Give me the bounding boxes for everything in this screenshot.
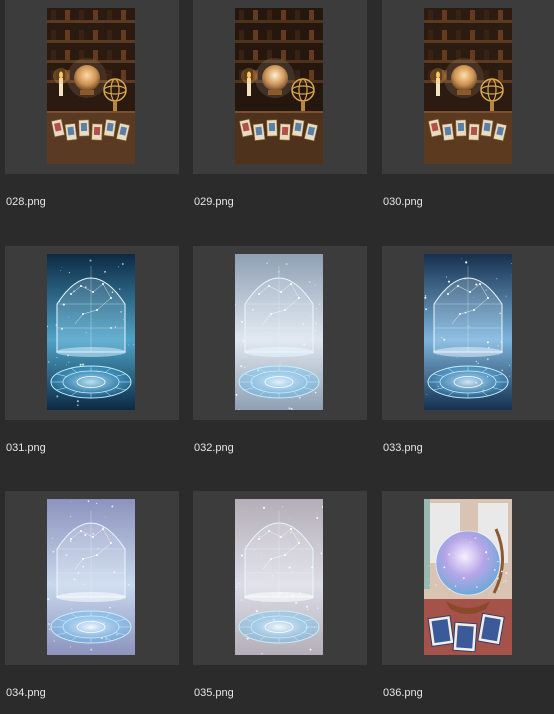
file-name-label: 035.png	[194, 687, 234, 699]
thumbnail-image[interactable]	[235, 8, 323, 164]
file-name-label: 033.png	[383, 442, 423, 454]
thumbnail-frame[interactable]	[5, 491, 179, 665]
thumbnail-frame[interactable]	[5, 0, 179, 174]
thumbnail-frame[interactable]	[193, 246, 367, 420]
thumbnail-frame[interactable]	[382, 246, 554, 420]
thumbnail-image[interactable]	[424, 499, 512, 655]
file-name-label: 032.png	[194, 442, 234, 454]
file-tile[interactable]: 032.png	[193, 246, 367, 480]
file-name-label: 029.png	[194, 196, 234, 208]
file-tile[interactable]: 033.png	[382, 246, 554, 480]
thumbnail-frame[interactable]	[5, 246, 179, 420]
glass-dome-zodiac-circle-image	[235, 254, 323, 410]
file-tile[interactable]: 029.png	[193, 0, 367, 234]
thumbnail-image[interactable]	[424, 254, 512, 410]
thumbnail-frame[interactable]	[193, 0, 367, 174]
thumbnail-frame[interactable]	[193, 491, 367, 665]
thumbnail-image[interactable]	[235, 254, 323, 410]
file-tile[interactable]: 035.png	[193, 491, 367, 714]
astrology-desk-crystal-ball-tarot-image	[47, 8, 135, 164]
thumbnail-frame[interactable]	[382, 0, 554, 174]
file-tile[interactable]: 034.png	[5, 491, 179, 714]
thumbnail-frame[interactable]	[382, 491, 554, 665]
astrology-desk-crystal-ball-tarot-image	[424, 8, 512, 164]
thumbnail-image[interactable]	[47, 499, 135, 655]
file-tile[interactable]: 036.png	[382, 491, 554, 714]
file-tile[interactable]: 030.png	[382, 0, 554, 234]
astrology-desk-crystal-ball-tarot-image	[235, 8, 323, 164]
file-name-label: 031.png	[6, 442, 46, 454]
thumbnail-image[interactable]	[47, 8, 135, 164]
file-grid: 028.png 029.png 030.png 031.png 032.png 033.p…	[0, 0, 554, 714]
file-name-label: 034.png	[6, 687, 46, 699]
thumbnail-image[interactable]	[47, 254, 135, 410]
file-name-label: 036.png	[383, 687, 423, 699]
thumbnail-image[interactable]	[235, 499, 323, 655]
crystal-ball-globe-tarot-image	[424, 499, 512, 655]
glass-dome-zodiac-circle-image	[47, 499, 135, 655]
file-tile[interactable]: 031.png	[5, 246, 179, 480]
glass-dome-zodiac-circle-image	[235, 499, 323, 655]
file-name-label: 030.png	[383, 196, 423, 208]
file-name-label: 028.png	[6, 196, 46, 208]
file-tile[interactable]: 028.png	[5, 0, 179, 234]
thumbnail-image[interactable]	[424, 8, 512, 164]
glass-dome-zodiac-circle-image	[47, 254, 135, 410]
glass-dome-zodiac-circle-image	[424, 254, 512, 410]
